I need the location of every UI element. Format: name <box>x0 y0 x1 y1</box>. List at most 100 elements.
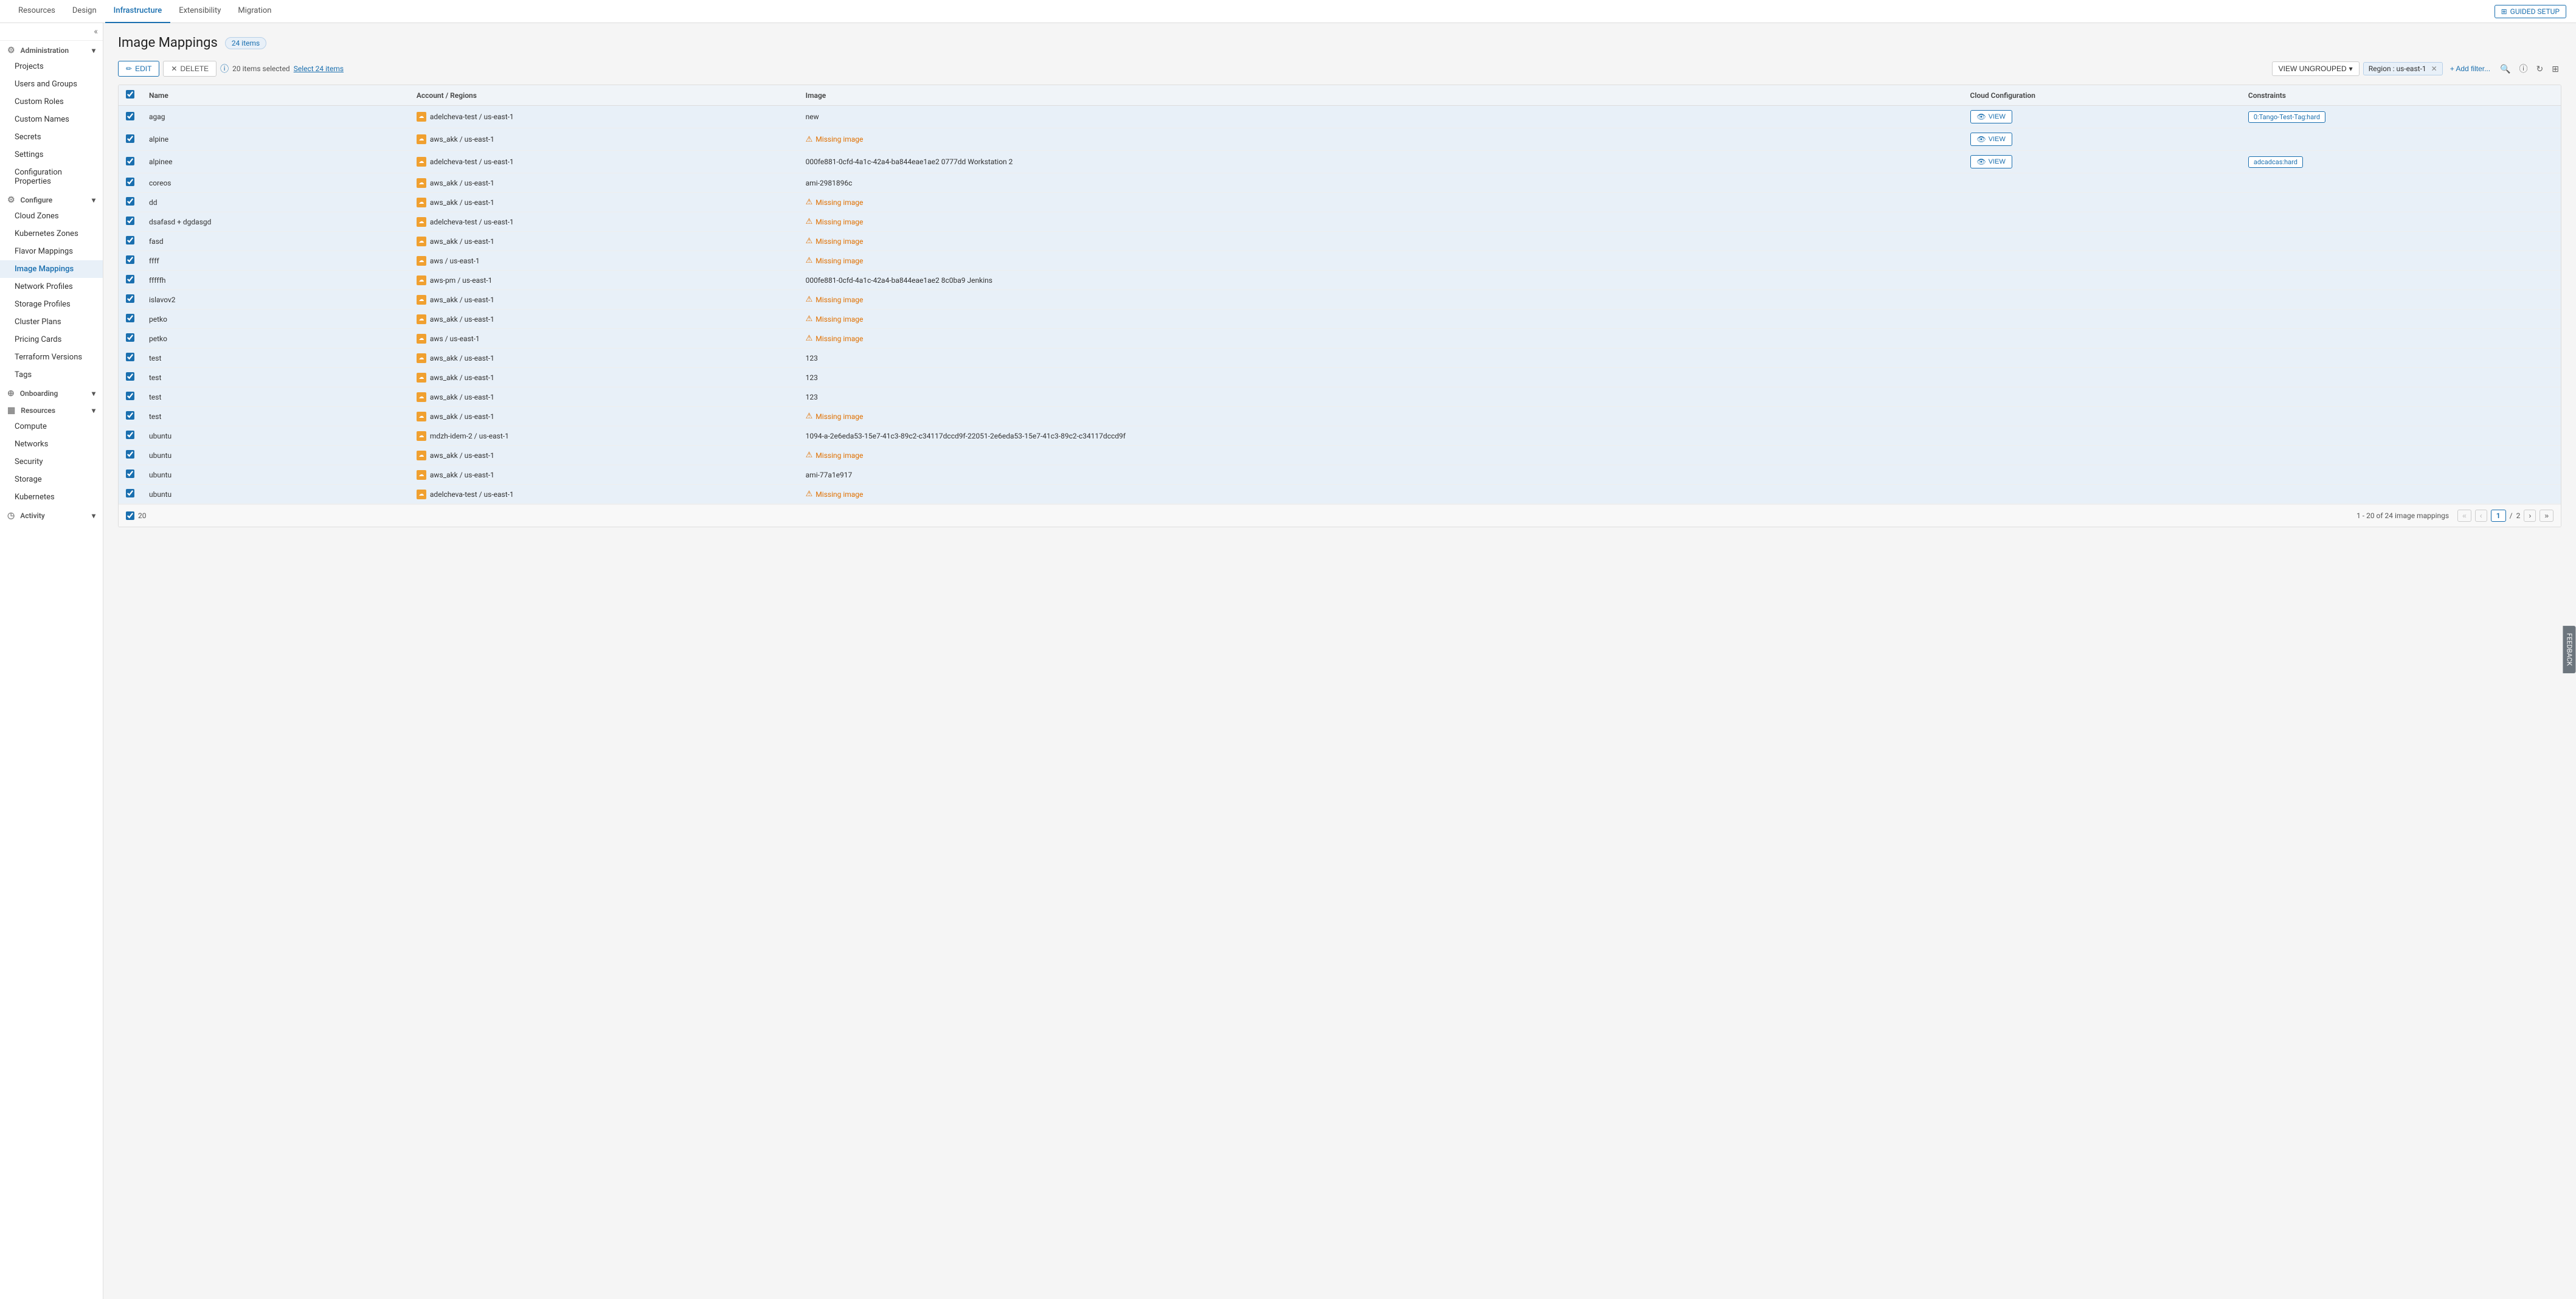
view-button[interactable]: 👁 VIEW <box>1970 110 2012 123</box>
nav-item-design[interactable]: Design <box>64 0 105 23</box>
nav-item-migration[interactable]: Migration <box>229 0 280 23</box>
sidebar-item-security[interactable]: Security <box>0 453 103 471</box>
col-constraints: Constraints <box>2241 85 2561 106</box>
row-checkbox-12[interactable] <box>126 353 134 361</box>
row-checkbox-14[interactable] <box>126 392 134 400</box>
select-all-link[interactable]: Select 24 items <box>294 64 344 73</box>
sidebar-item-terraform-versions[interactable]: Terraform Versions <box>0 348 103 366</box>
sidebar-section-onboarding[interactable]: ⊕ Onboarding ▾ <box>0 384 103 401</box>
sidebar-item-pricing-cards[interactable]: Pricing Cards <box>0 331 103 348</box>
row-checkbox-3[interactable] <box>126 178 134 186</box>
sidebar-item-tags[interactable]: Tags <box>0 366 103 384</box>
current-page-number[interactable]: 1 <box>2491 510 2506 522</box>
filter-tag-region[interactable]: Region : us-east-1 ✕ <box>2363 62 2443 75</box>
row-checkbox-19[interactable] <box>126 489 134 497</box>
row-checkbox-17[interactable] <box>126 450 134 459</box>
cell-account: ☁aws_akk / us-east-1 <box>409 128 798 151</box>
view-button[interactable]: 👁 VIEW <box>1970 155 2012 168</box>
cell-cloud-config: 👁 VIEW <box>1963 151 2241 173</box>
sidebar-section-activity[interactable]: ◷ Activity ▾ <box>0 506 103 523</box>
nav-item-resources[interactable]: Resources <box>10 0 64 23</box>
delete-button[interactable]: ✕ DELETE <box>163 61 216 77</box>
row-checkbox-8[interactable] <box>126 275 134 283</box>
table-row: alpinee☁adelcheva-test / us-east-1000fe8… <box>119 151 2561 173</box>
account-icon: ☁ <box>417 451 426 460</box>
collapse-sidebar-button[interactable]: « <box>94 27 98 36</box>
sidebar-item-kubernetes-zones[interactable]: Kubernetes Zones <box>0 225 103 243</box>
sidebar-item-configuration-properties[interactable]: Configuration Properties <box>0 164 103 190</box>
sidebar-item-kubernetes[interactable]: Kubernetes <box>0 488 103 506</box>
add-filter-button[interactable]: + Add filter... <box>2446 62 2494 75</box>
row-checkbox-0[interactable] <box>126 112 134 120</box>
row-checkbox-4[interactable] <box>126 197 134 206</box>
row-checkbox-1[interactable] <box>126 134 134 143</box>
sidebar-section-resources[interactable]: ▦ Resources ▾ <box>0 401 103 418</box>
row-checkbox-5[interactable] <box>126 216 134 225</box>
nav-item-extensibility[interactable]: Extensibility <box>170 0 229 23</box>
cell-constraints <box>2241 271 2561 290</box>
view-ungrouped-button[interactable]: VIEW UNGROUPED ▾ <box>2272 61 2360 76</box>
row-checkbox-10[interactable] <box>126 314 134 322</box>
grid-view-icon-button[interactable]: ⊞ <box>2549 61 2561 77</box>
warning-icon: ⚠ <box>806 237 813 246</box>
toolbar: ✏ EDIT ✕ DELETE ⓘ 20 items selected Sele… <box>118 60 2561 77</box>
total-pages: 2 <box>2516 511 2521 520</box>
row-checkbox-15[interactable] <box>126 411 134 420</box>
sidebar-item-network-profiles[interactable]: Network Profiles <box>0 278 103 296</box>
sidebar-item-flavor-mappings[interactable]: Flavor Mappings <box>0 243 103 260</box>
filter-close-icon[interactable]: ✕ <box>2431 64 2437 73</box>
row-checkbox-2[interactable] <box>126 157 134 165</box>
row-checkbox-11[interactable] <box>126 333 134 342</box>
info-icon-button[interactable]: ⓘ <box>2517 60 2530 77</box>
table-row: test☁aws_akk / us-east-1123 <box>119 348 2561 368</box>
row-checkbox-16[interactable] <box>126 431 134 439</box>
account-icon: ☁ <box>417 373 426 383</box>
sidebar-item-projects[interactable]: Projects <box>0 58 103 75</box>
select-all-checkbox[interactable] <box>126 90 134 99</box>
sidebar-section-administration[interactable]: ⚙ Administration ▾ <box>0 41 103 58</box>
sidebar-section-configure[interactable]: ⚙ Configure ▾ <box>0 190 103 207</box>
row-checkbox-6[interactable] <box>126 236 134 244</box>
sidebar-item-cluster-plans[interactable]: Cluster Plans <box>0 313 103 331</box>
nav-item-infrastructure[interactable]: Infrastructure <box>105 0 171 23</box>
configure-icon: ⚙ <box>7 195 15 205</box>
guided-setup-button[interactable]: ⊞ GUIDED SETUP <box>2495 5 2566 18</box>
sidebar-item-settings[interactable]: Settings <box>0 146 103 164</box>
view-button[interactable]: 👁 VIEW <box>1970 133 2012 146</box>
cell-account: ☁adelcheva-test / us-east-1 <box>409 151 798 173</box>
next-page-button[interactable]: › <box>2524 510 2536 522</box>
cell-constraints: 0:Tango-Test-Tag:hard <box>2241 106 2561 128</box>
sidebar-item-custom-names[interactable]: Custom Names <box>0 111 103 128</box>
footer-checkbox[interactable] <box>126 511 134 520</box>
row-checkbox-18[interactable] <box>126 469 134 478</box>
edit-button[interactable]: ✏ EDIT <box>118 61 159 77</box>
sidebar-item-image-mappings[interactable]: Image Mappings <box>0 260 103 278</box>
last-page-button[interactable]: » <box>2540 510 2553 522</box>
cell-constraints <box>2241 348 2561 368</box>
feedback-tab[interactable]: FEEDBACK <box>2563 626 2576 673</box>
sidebar-item-cloud-zones[interactable]: Cloud Zones <box>0 207 103 225</box>
sidebar-item-storage-profiles[interactable]: Storage Profiles <box>0 296 103 313</box>
row-checkbox-7[interactable] <box>126 255 134 264</box>
row-checkbox-9[interactable] <box>126 294 134 303</box>
cell-account: ☁aws_akk / us-east-1 <box>409 290 798 310</box>
cell-name: fffffh <box>142 271 409 290</box>
sidebar-item-compute[interactable]: Compute <box>0 418 103 435</box>
search-icon-button[interactable]: 🔍 <box>2498 61 2513 77</box>
sidebar-item-storage[interactable]: Storage <box>0 471 103 488</box>
warning-icon: ⚠ <box>806 314 813 324</box>
sidebar-item-users-groups[interactable]: Users and Groups <box>0 75 103 93</box>
resources-icon: ▦ <box>7 406 15 415</box>
refresh-icon-button[interactable]: ↻ <box>2534 61 2546 77</box>
sidebar-item-secrets[interactable]: Secrets <box>0 128 103 146</box>
sidebar-item-custom-roles[interactable]: Custom Roles <box>0 93 103 111</box>
cell-constraints <box>2241 173 2561 193</box>
sidebar-item-networks[interactable]: Networks <box>0 435 103 453</box>
account-icon: ☁ <box>417 295 426 305</box>
prev-page-button[interactable]: ‹ <box>2475 510 2487 522</box>
table-row: petko☁aws_akk / us-east-1⚠Missing image <box>119 310 2561 329</box>
page-separator: / <box>2510 511 2513 520</box>
row-checkbox-13[interactable] <box>126 372 134 381</box>
table-row: ubuntu☁aws_akk / us-east-1ami-77a1e917 <box>119 465 2561 485</box>
first-page-button[interactable]: « <box>2457 510 2471 522</box>
